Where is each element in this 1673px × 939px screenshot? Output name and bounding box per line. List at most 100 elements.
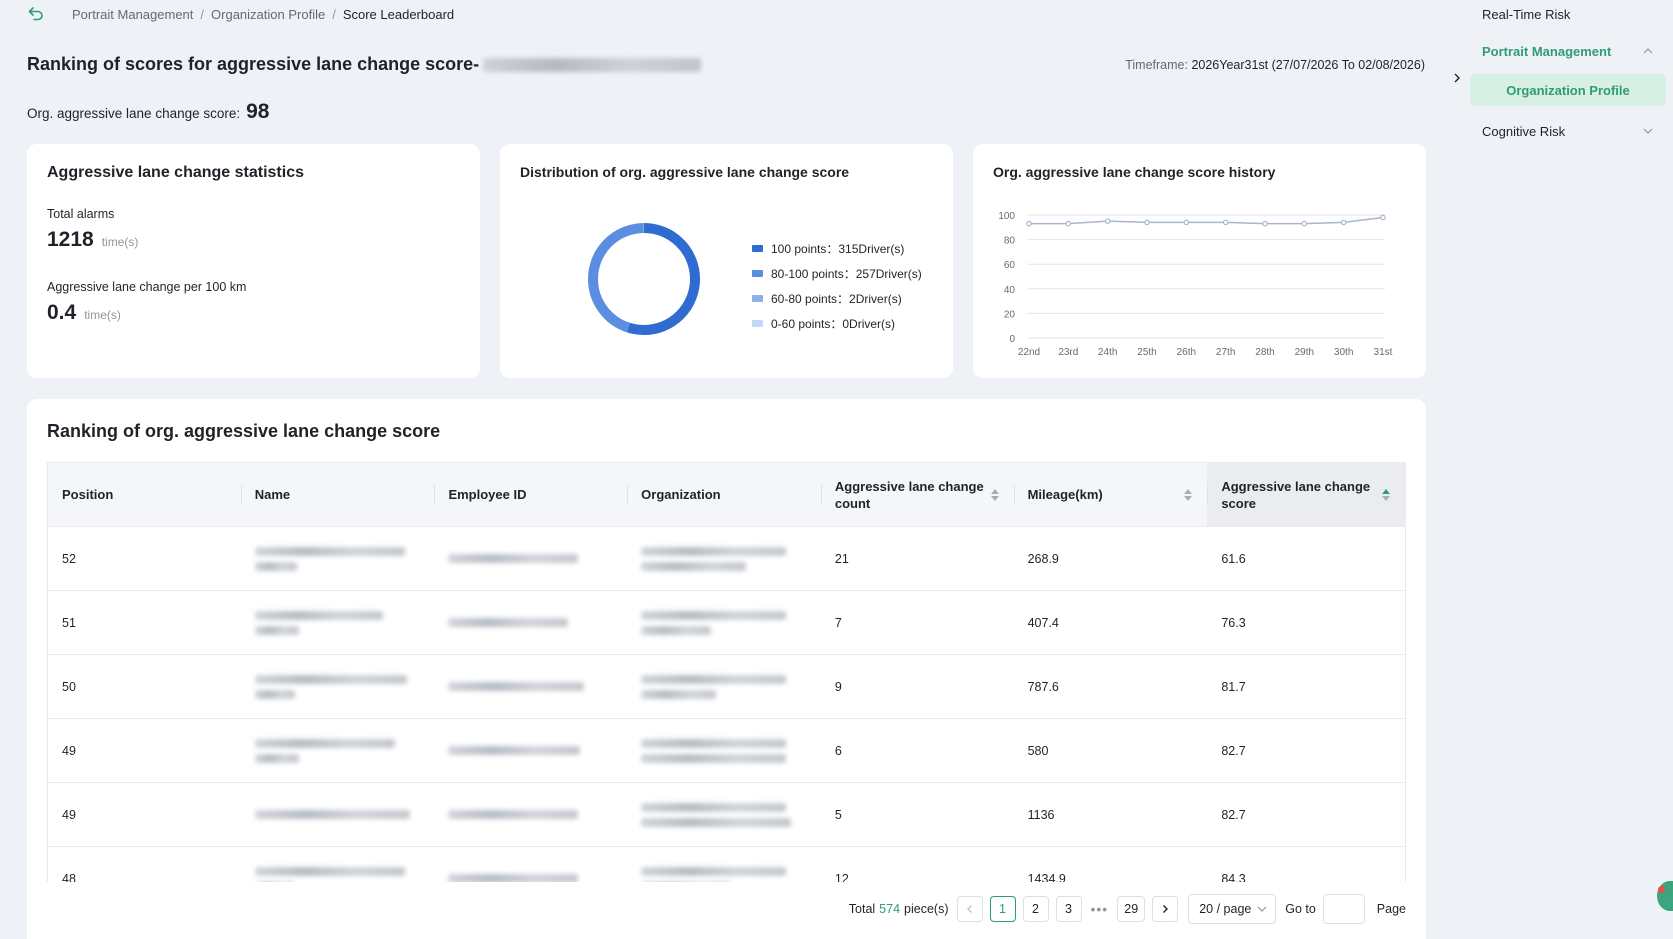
cell-employee-id-redacted bbox=[434, 783, 627, 846]
prev-page-button[interactable] bbox=[956, 896, 983, 922]
sidebar-item-portrait-management[interactable]: Portrait Management bbox=[1470, 35, 1666, 67]
page-button-29[interactable]: 29 bbox=[1117, 896, 1146, 922]
breadcrumb-score-leaderboard: Score Leaderboard bbox=[342, 6, 455, 22]
timeframe-label: Timeframe: bbox=[1125, 58, 1188, 72]
legend-swatch bbox=[752, 270, 763, 277]
score-history-point[interactable] bbox=[1144, 219, 1150, 226]
x-tick-label: 26th bbox=[1177, 347, 1196, 358]
column-header-label: Aggressive lane change score bbox=[1221, 478, 1371, 511]
goto-label: Go to bbox=[1285, 902, 1316, 916]
x-tick-label: 30th bbox=[1334, 347, 1353, 358]
total-alarms: 1218 time(s) bbox=[47, 228, 138, 252]
cell-position: 49 bbox=[62, 807, 76, 822]
column-header-label: Position bbox=[62, 487, 114, 502]
sidebar-item-organization-profile[interactable]: Organization Profile bbox=[1470, 74, 1666, 106]
ranking-card-title: Ranking of org. aggressive lane change s… bbox=[47, 421, 441, 441]
page-size-select[interactable]: 20 / page bbox=[1188, 894, 1277, 924]
column-header-label: Name bbox=[254, 487, 291, 502]
cell-organization-redacted bbox=[627, 527, 821, 590]
column-header-mileage[interactable]: Mileage(km) bbox=[1013, 463, 1208, 526]
sort-icon[interactable] bbox=[990, 487, 1000, 503]
column-header-label: Employee ID bbox=[448, 487, 527, 502]
breadcrumb-portrait-management[interactable]: Portrait Management bbox=[72, 7, 193, 22]
cell-mileage: 1434.9 bbox=[1027, 871, 1066, 883]
page-button-1[interactable]: 1 bbox=[989, 896, 1016, 922]
sort-icon[interactable] bbox=[1183, 487, 1193, 503]
cell-employee-id-redacted bbox=[434, 655, 627, 718]
cell-position: 49 bbox=[62, 743, 76, 758]
org-score-label: Org. aggressive lane change score: bbox=[27, 106, 241, 121]
column-header-name: Name bbox=[240, 463, 435, 526]
page-button-2[interactable]: 2 bbox=[1022, 896, 1049, 922]
cell-mileage: 1136 bbox=[1027, 807, 1055, 822]
x-tick-label: 22nd bbox=[1018, 347, 1040, 358]
page-size-value: 20 / page bbox=[1199, 902, 1252, 916]
cell-count: 21 bbox=[834, 551, 849, 566]
pagination-total-suffix: piece(s) bbox=[904, 902, 949, 916]
column-header-score[interactable]: Aggressive lane change score bbox=[1207, 463, 1405, 526]
cell-organization-redacted bbox=[627, 847, 821, 882]
score-history-point[interactable] bbox=[1380, 214, 1386, 221]
breadcrumb: Portrait Management / Organization Profi… bbox=[28, 4, 454, 24]
cell-count: 6 bbox=[834, 743, 842, 758]
legend-item[interactable]: 60-80 points：2Driver(s) bbox=[752, 286, 922, 311]
chevron-up-icon bbox=[1642, 45, 1654, 57]
legend-item[interactable]: 80-100 points：257Driver(s) bbox=[752, 261, 922, 286]
cell-position: 52 bbox=[62, 551, 76, 566]
pagination-ellipsis[interactable]: ••• bbox=[1091, 901, 1109, 917]
history-card: Org. aggressive lane change score histor… bbox=[973, 144, 1426, 378]
total-alarms-label: Total alarms bbox=[47, 207, 115, 221]
next-page-button[interactable] bbox=[1152, 896, 1179, 922]
table-row: 50 9 787.6 81.7 bbox=[48, 655, 1405, 719]
total-alarms-value: 1218 bbox=[47, 228, 94, 251]
column-header-count[interactable]: Aggressive lane change count bbox=[820, 463, 1014, 526]
legend-label: 100 points：315Driver(s) bbox=[771, 242, 905, 256]
collapse-sidebar-arrow-icon[interactable] bbox=[1450, 68, 1464, 88]
x-tick-label: 25th bbox=[1137, 347, 1156, 358]
page-label: Page bbox=[1376, 902, 1406, 916]
page-button-3[interactable]: 3 bbox=[1055, 896, 1082, 922]
sidebar-item-real-time-risk[interactable]: Real-Time Risk bbox=[1470, 0, 1666, 30]
score-history-line bbox=[1029, 216, 1384, 225]
score-history-point[interactable] bbox=[1104, 218, 1111, 224]
cell-organization-redacted bbox=[627, 655, 821, 718]
sort-ascending-icon[interactable] bbox=[1381, 487, 1391, 503]
table-row: 52 21 268.9 61.6 bbox=[48, 527, 1405, 591]
org-score-value: 98 bbox=[246, 100, 270, 123]
cell-score: 76.3 bbox=[1221, 615, 1246, 630]
distribution-card: Distribution of org. aggressive lane cha… bbox=[500, 144, 953, 378]
back-arrow-icon[interactable] bbox=[28, 4, 50, 24]
legend-item[interactable]: 100 points：315Driver(s) bbox=[752, 236, 922, 261]
cell-name-redacted bbox=[241, 655, 435, 718]
table-row: 49 5 1136 82.7 bbox=[48, 783, 1405, 847]
cell-name-redacted bbox=[241, 783, 435, 846]
chevron-right-icon bbox=[1163, 905, 1169, 913]
timeframe-value: 2026Year31st (27/07/2026 To 02/08/2026) bbox=[1191, 58, 1425, 72]
score-history-point[interactable] bbox=[1026, 220, 1032, 227]
breadcrumb-separator: / bbox=[332, 6, 336, 22]
score-history-point[interactable] bbox=[1183, 219, 1190, 226]
x-tick-label: 31st bbox=[1374, 347, 1393, 358]
score-history-point[interactable] bbox=[1340, 219, 1347, 226]
notification-dot bbox=[1658, 886, 1665, 893]
column-header-label: Mileage(km) bbox=[1027, 487, 1103, 502]
score-history-point[interactable] bbox=[1222, 219, 1229, 226]
legend-item[interactable]: 0-60 points：0Driver(s) bbox=[752, 311, 922, 336]
chevron-down-icon bbox=[1257, 906, 1267, 912]
cell-score: 81.7 bbox=[1221, 679, 1246, 694]
cell-count: 5 bbox=[834, 807, 842, 822]
sidebar-item-cognitive-risk[interactable]: Cognitive Risk bbox=[1470, 115, 1666, 147]
column-header-position: Position bbox=[48, 463, 241, 526]
breadcrumb-organization-profile[interactable]: Organization Profile bbox=[211, 7, 325, 22]
total-alarms-unit: time(s) bbox=[101, 235, 139, 249]
cell-count: 12 bbox=[834, 871, 849, 883]
column-header-label: Organization bbox=[641, 487, 721, 502]
score-history-point[interactable] bbox=[1262, 220, 1268, 227]
goto-page-input[interactable] bbox=[1322, 894, 1365, 924]
score-history-point[interactable] bbox=[1301, 220, 1308, 227]
cell-mileage: 268.9 bbox=[1027, 551, 1059, 566]
statistics-card-title: Aggressive lane change statistics bbox=[47, 164, 304, 181]
score-history-point[interactable] bbox=[1065, 220, 1072, 227]
pagination-total-prefix: Total bbox=[848, 902, 876, 916]
y-tick-label: 80 bbox=[1004, 236, 1016, 247]
